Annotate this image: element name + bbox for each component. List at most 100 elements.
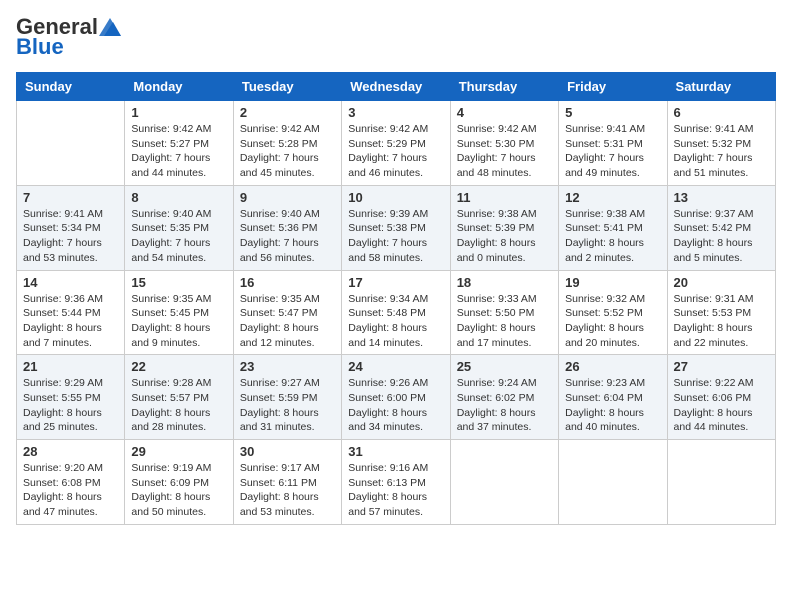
day-number: 14: [23, 275, 118, 290]
weekday-header: Monday: [125, 73, 233, 101]
day-info: Sunrise: 9:35 AMSunset: 5:47 PMDaylight:…: [240, 292, 335, 351]
calendar-cell: [667, 440, 775, 525]
day-info: Sunrise: 9:34 AMSunset: 5:48 PMDaylight:…: [348, 292, 443, 351]
calendar-cell: 11 Sunrise: 9:38 AMSunset: 5:39 PMDayligh…: [450, 185, 558, 270]
calendar-cell: 1 Sunrise: 9:42 AMSunset: 5:27 PMDaylight…: [125, 101, 233, 186]
day-number: 8: [131, 190, 226, 205]
calendar-week-row: 21 Sunrise: 9:29 AMSunset: 5:55 PMDayligh…: [17, 355, 776, 440]
day-number: 6: [674, 105, 769, 120]
day-info: Sunrise: 9:40 AMSunset: 5:35 PMDaylight:…: [131, 207, 226, 266]
calendar-cell: 17 Sunrise: 9:34 AMSunset: 5:48 PMDayligh…: [342, 270, 450, 355]
calendar-cell: 21 Sunrise: 9:29 AMSunset: 5:55 PMDayligh…: [17, 355, 125, 440]
calendar-cell: 10 Sunrise: 9:39 AMSunset: 5:38 PMDayligh…: [342, 185, 450, 270]
calendar-header-row: SundayMondayTuesdayWednesdayThursdayFrid…: [17, 73, 776, 101]
day-info: Sunrise: 9:29 AMSunset: 5:55 PMDaylight:…: [23, 376, 118, 435]
calendar-cell: 12Sunrise: 9:38 AMSunset: 5:41 PMDayligh…: [559, 185, 667, 270]
calendar-cell: 6 Sunrise: 9:41 AMSunset: 5:32 PMDaylight…: [667, 101, 775, 186]
calendar-week-row: 28 Sunrise: 9:20 AMSunset: 6:08 PMDayligh…: [17, 440, 776, 525]
calendar-cell: 16 Sunrise: 9:35 AMSunset: 5:47 PMDayligh…: [233, 270, 341, 355]
day-number: 9: [240, 190, 335, 205]
calendar-cell: 9Sunrise: 9:40 AMSunset: 5:36 PMDaylight…: [233, 185, 341, 270]
calendar-cell: 25Sunrise: 9:24 AMSunset: 6:02 PMDayligh…: [450, 355, 558, 440]
calendar-week-row: 14 Sunrise: 9:36 AMSunset: 5:44 PMDayligh…: [17, 270, 776, 355]
day-number: 31: [348, 444, 443, 459]
page-header: General Blue: [16, 16, 776, 60]
day-info: Sunrise: 9:28 AMSunset: 5:57 PMDaylight:…: [131, 376, 226, 435]
day-number: 27: [674, 359, 769, 374]
day-info: Sunrise: 9:27 AMSunset: 5:59 PMDaylight:…: [240, 376, 335, 435]
calendar-cell: 4 Sunrise: 9:42 AMSunset: 5:30 PMDaylight…: [450, 101, 558, 186]
day-number: 12: [565, 190, 660, 205]
day-info: Sunrise: 9:32 AMSunset: 5:52 PMDaylight:…: [565, 292, 660, 351]
calendar-cell: 13Sunrise: 9:37 AMSunset: 5:42 PMDayligh…: [667, 185, 775, 270]
calendar-cell: 3Sunrise: 9:42 AMSunset: 5:29 PMDaylight…: [342, 101, 450, 186]
day-info: Sunrise: 9:42 AMSunset: 5:27 PMDaylight:…: [131, 122, 226, 181]
calendar-cell: 28 Sunrise: 9:20 AMSunset: 6:08 PMDayligh…: [17, 440, 125, 525]
day-number: 21: [23, 359, 118, 374]
calendar-cell: 27Sunrise: 9:22 AMSunset: 6:06 PMDayligh…: [667, 355, 775, 440]
day-info: Sunrise: 9:41 AMSunset: 5:31 PMDaylight:…: [565, 122, 660, 181]
calendar-cell: [559, 440, 667, 525]
day-number: 24: [348, 359, 443, 374]
calendar-cell: 15Sunrise: 9:35 AMSunset: 5:45 PMDayligh…: [125, 270, 233, 355]
day-info: Sunrise: 9:16 AMSunset: 6:13 PMDaylight:…: [348, 461, 443, 520]
calendar-cell: 20Sunrise: 9:31 AMSunset: 5:53 PMDayligh…: [667, 270, 775, 355]
day-info: Sunrise: 9:17 AMSunset: 6:11 PMDaylight:…: [240, 461, 335, 520]
day-number: 11: [457, 190, 552, 205]
day-info: Sunrise: 9:26 AMSunset: 6:00 PMDaylight:…: [348, 376, 443, 435]
calendar-cell: 18Sunrise: 9:33 AMSunset: 5:50 PMDayligh…: [450, 270, 558, 355]
calendar-cell: [450, 440, 558, 525]
day-number: 23: [240, 359, 335, 374]
day-info: Sunrise: 9:36 AMSunset: 5:44 PMDaylight:…: [23, 292, 118, 351]
calendar-cell: 26 Sunrise: 9:23 AMSunset: 6:04 PMDayligh…: [559, 355, 667, 440]
day-info: Sunrise: 9:39 AMSunset: 5:38 PMDaylight:…: [348, 207, 443, 266]
weekday-header: Wednesday: [342, 73, 450, 101]
day-info: Sunrise: 9:20 AMSunset: 6:08 PMDaylight:…: [23, 461, 118, 520]
calendar-table: SundayMondayTuesdayWednesdayThursdayFrid…: [16, 72, 776, 525]
day-info: Sunrise: 9:41 AMSunset: 5:34 PMDaylight:…: [23, 207, 118, 266]
day-info: Sunrise: 9:38 AMSunset: 5:39 PMDaylight:…: [457, 207, 552, 266]
logo-icon: [99, 18, 121, 36]
calendar-week-row: 7 Sunrise: 9:41 AMSunset: 5:34 PMDaylight…: [17, 185, 776, 270]
day-number: 28: [23, 444, 118, 459]
day-info: Sunrise: 9:37 AMSunset: 5:42 PMDaylight:…: [674, 207, 769, 266]
day-number: 10: [348, 190, 443, 205]
calendar-cell: 22 Sunrise: 9:28 AMSunset: 5:57 PMDayligh…: [125, 355, 233, 440]
day-number: 5: [565, 105, 660, 120]
day-info: Sunrise: 9:42 AMSunset: 5:30 PMDaylight:…: [457, 122, 552, 181]
day-info: Sunrise: 9:42 AMSunset: 5:28 PMDaylight:…: [240, 122, 335, 181]
calendar-cell: [17, 101, 125, 186]
calendar-cell: 2 Sunrise: 9:42 AMSunset: 5:28 PMDaylight…: [233, 101, 341, 186]
calendar-week-row: 1 Sunrise: 9:42 AMSunset: 5:27 PMDaylight…: [17, 101, 776, 186]
day-info: Sunrise: 9:41 AMSunset: 5:32 PMDaylight:…: [674, 122, 769, 181]
calendar-cell: 14 Sunrise: 9:36 AMSunset: 5:44 PMDayligh…: [17, 270, 125, 355]
calendar-cell: 5 Sunrise: 9:41 AMSunset: 5:31 PMDaylight…: [559, 101, 667, 186]
day-number: 2: [240, 105, 335, 120]
day-number: 3: [348, 105, 443, 120]
day-number: 26: [565, 359, 660, 374]
weekday-header: Sunday: [17, 73, 125, 101]
calendar-cell: 8 Sunrise: 9:40 AMSunset: 5:35 PMDaylight…: [125, 185, 233, 270]
day-number: 19: [565, 275, 660, 290]
day-number: 4: [457, 105, 552, 120]
day-number: 30: [240, 444, 335, 459]
weekday-header: Tuesday: [233, 73, 341, 101]
calendar-cell: 23 Sunrise: 9:27 AMSunset: 5:59 PMDayligh…: [233, 355, 341, 440]
day-number: 7: [23, 190, 118, 205]
calendar-cell: 7 Sunrise: 9:41 AMSunset: 5:34 PMDaylight…: [17, 185, 125, 270]
day-number: 22: [131, 359, 226, 374]
logo: General Blue: [16, 16, 122, 60]
weekday-header: Thursday: [450, 73, 558, 101]
logo-blue: Blue: [16, 34, 64, 60]
day-number: 1: [131, 105, 226, 120]
day-number: 17: [348, 275, 443, 290]
weekday-header: Friday: [559, 73, 667, 101]
calendar-cell: 31 Sunrise: 9:16 AMSunset: 6:13 PMDayligh…: [342, 440, 450, 525]
day-number: 16: [240, 275, 335, 290]
day-info: Sunrise: 9:23 AMSunset: 6:04 PMDaylight:…: [565, 376, 660, 435]
day-info: Sunrise: 9:35 AMSunset: 5:45 PMDaylight:…: [131, 292, 226, 351]
calendar-cell: 19 Sunrise: 9:32 AMSunset: 5:52 PMDayligh…: [559, 270, 667, 355]
day-info: Sunrise: 9:19 AMSunset: 6:09 PMDaylight:…: [131, 461, 226, 520]
weekday-header: Saturday: [667, 73, 775, 101]
day-number: 18: [457, 275, 552, 290]
